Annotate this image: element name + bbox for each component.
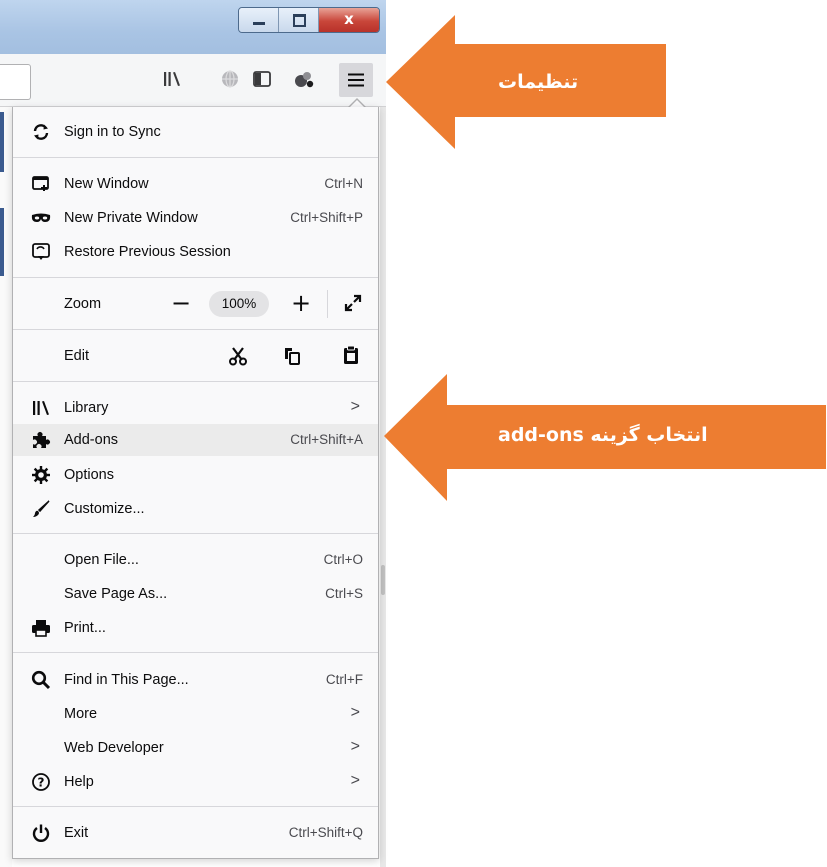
power-icon bbox=[31, 823, 51, 843]
sync-icon bbox=[31, 122, 51, 142]
menu-item-options[interactable]: Options bbox=[13, 459, 378, 491]
menu-separator bbox=[13, 381, 378, 382]
menu-item-web-developer[interactable]: Web Developer > bbox=[13, 732, 378, 764]
menu-separator bbox=[13, 277, 378, 278]
private-mask-icon bbox=[31, 208, 51, 228]
settings-annotation: تنظیمات bbox=[498, 71, 579, 93]
menu-item-sign-in-sync[interactable]: Sign in to Sync bbox=[13, 116, 378, 148]
page-scrollbar-track[interactable] bbox=[380, 107, 386, 867]
restore-session-icon bbox=[31, 242, 51, 262]
menu-shortcut: Ctrl+N bbox=[324, 176, 363, 191]
menu-item-label: Options bbox=[64, 467, 114, 483]
menu-item-customize[interactable]: Customize... bbox=[13, 493, 378, 525]
chevron-right-icon: > bbox=[350, 738, 360, 755]
menu-item-help[interactable]: ? Help > bbox=[13, 766, 378, 798]
paintbrush-icon bbox=[31, 499, 51, 519]
menu-separator bbox=[13, 157, 378, 158]
zoom-out-button[interactable]: − bbox=[171, 291, 191, 315]
svg-text:?: ? bbox=[38, 776, 45, 790]
zoom-reset-button[interactable]: 100% bbox=[209, 291, 269, 317]
page-accent bbox=[0, 112, 4, 172]
menu-item-label: Exit bbox=[64, 825, 89, 841]
printer-icon bbox=[31, 618, 51, 638]
library-icon bbox=[31, 398, 51, 418]
menu-separator bbox=[13, 533, 378, 534]
menu-item-save-page[interactable]: Save Page As... Ctrl+S bbox=[13, 578, 378, 610]
menu-separator bbox=[13, 652, 378, 653]
menu-item-open-file[interactable]: Open File... Ctrl+O bbox=[13, 544, 378, 576]
menu-shortcut: Ctrl+Shift+Q bbox=[288, 825, 363, 840]
chevron-right-icon: > bbox=[350, 398, 360, 415]
menu-item-label: Sign in to Sync bbox=[64, 124, 161, 140]
menu-item-library[interactable]: Library > bbox=[13, 392, 378, 424]
navigation-toolbar bbox=[0, 54, 386, 107]
edit-label: Edit bbox=[64, 348, 89, 364]
menu-item-new-window[interactable]: New Window Ctrl+N bbox=[13, 168, 378, 200]
zoom-divider bbox=[327, 290, 328, 318]
gear-icon bbox=[31, 465, 51, 485]
help-icon: ? bbox=[31, 772, 51, 792]
sidebar-icon[interactable] bbox=[251, 68, 273, 90]
page-scrollbar-thumb[interactable] bbox=[381, 565, 385, 595]
search-icon bbox=[31, 670, 51, 690]
new-window-icon bbox=[31, 174, 51, 194]
extension-icon[interactable] bbox=[293, 68, 315, 90]
chevron-right-icon: > bbox=[350, 772, 360, 789]
page-accent bbox=[0, 208, 4, 276]
fullscreen-icon[interactable] bbox=[343, 293, 363, 317]
zoom-in-button[interactable]: + bbox=[291, 291, 311, 315]
hamburger-menu-icon[interactable] bbox=[339, 63, 373, 97]
menu-item-label: Print... bbox=[64, 620, 106, 636]
menu-shortcut: Ctrl+O bbox=[323, 552, 363, 567]
menu-shortcut: Ctrl+Shift+A bbox=[290, 432, 363, 447]
menu-separator bbox=[13, 329, 378, 330]
menu-item-new-private-window[interactable]: New Private Window Ctrl+Shift+P bbox=[13, 202, 378, 234]
window-titlebar: x bbox=[0, 0, 386, 54]
menu-item-label: Add-ons bbox=[64, 432, 119, 448]
library-icon[interactable] bbox=[161, 68, 183, 90]
menu-item-label: Save Page As... bbox=[64, 586, 168, 602]
cut-icon[interactable] bbox=[228, 346, 248, 370]
menu-item-label: Library bbox=[64, 400, 109, 416]
menu-item-edit: Edit bbox=[13, 340, 378, 372]
paste-icon[interactable] bbox=[342, 345, 360, 369]
menu-item-more[interactable]: More > bbox=[13, 698, 378, 730]
globe-icon[interactable] bbox=[219, 68, 241, 90]
menu-item-label: Open File... bbox=[64, 552, 139, 568]
puzzle-piece-icon bbox=[31, 430, 51, 450]
window-controls: x bbox=[238, 7, 380, 33]
menu-shortcut: Ctrl+S bbox=[325, 586, 363, 601]
app-menu-panel: Sign in to Sync New Window Ctrl+N New Pr… bbox=[12, 107, 379, 859]
maximize-button[interactable] bbox=[279, 8, 319, 32]
menu-item-label: New Private Window bbox=[64, 210, 198, 226]
menu-shortcut: Ctrl+Shift+P bbox=[290, 210, 363, 225]
menu-item-label: Restore Previous Session bbox=[64, 244, 231, 260]
url-bar[interactable] bbox=[0, 64, 31, 100]
menu-item-find[interactable]: Find in This Page... Ctrl+F bbox=[13, 664, 378, 696]
menu-item-label: Customize... bbox=[64, 501, 145, 517]
menu-item-restore-session[interactable]: Restore Previous Session bbox=[13, 236, 378, 268]
menu-item-label: Web Developer bbox=[64, 740, 164, 756]
zoom-label: Zoom bbox=[64, 296, 102, 312]
menu-item-label: Help bbox=[64, 774, 94, 790]
copy-icon[interactable] bbox=[282, 346, 302, 370]
menu-item-addons[interactable]: Add-ons Ctrl+Shift+A bbox=[13, 424, 378, 456]
minimize-button[interactable] bbox=[239, 8, 279, 32]
menu-item-label: Find in This Page... bbox=[64, 672, 189, 688]
menu-item-exit[interactable]: Exit Ctrl+Shift+Q bbox=[13, 817, 378, 849]
menu-item-label: New Window bbox=[64, 176, 149, 192]
close-button[interactable]: x bbox=[319, 8, 379, 32]
chevron-right-icon: > bbox=[350, 704, 360, 721]
menu-item-print[interactable]: Print... bbox=[13, 612, 378, 644]
menu-shortcut: Ctrl+F bbox=[325, 672, 363, 687]
addons-annotation: انتخاب گزینه add-ons bbox=[498, 424, 708, 446]
menu-item-zoom: Zoom − 100% + bbox=[13, 288, 378, 320]
menu-separator bbox=[13, 806, 378, 807]
menu-item-label: More bbox=[64, 706, 98, 722]
